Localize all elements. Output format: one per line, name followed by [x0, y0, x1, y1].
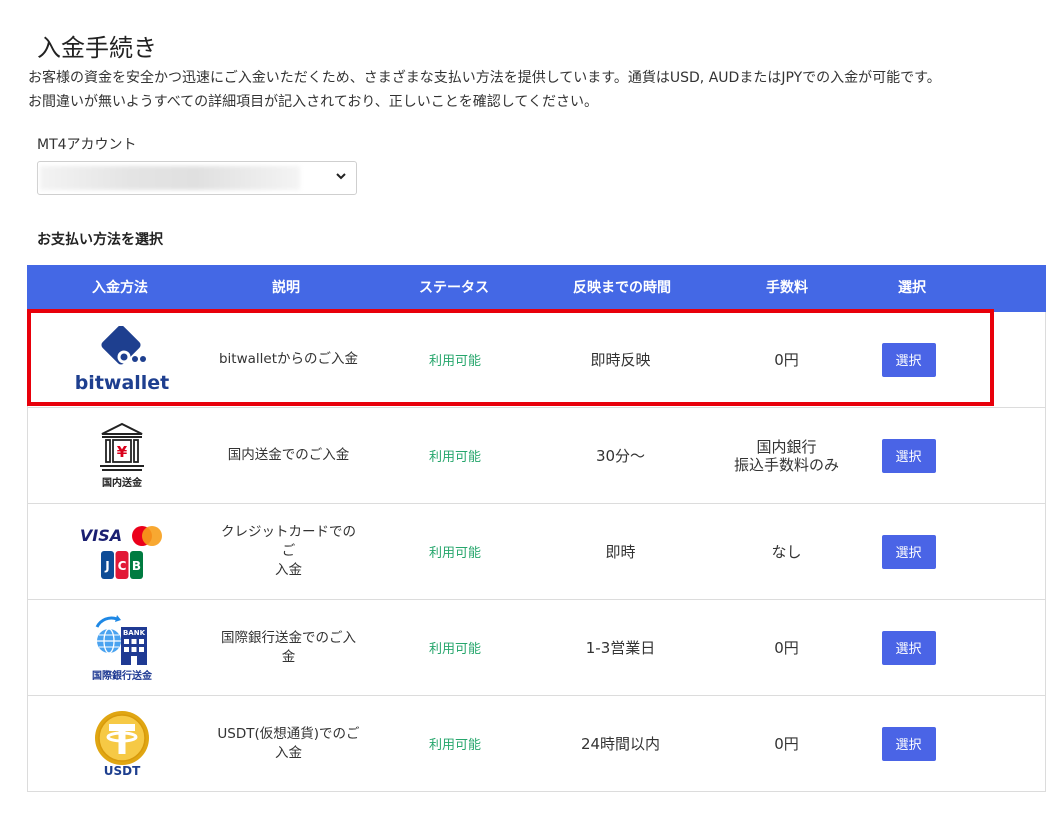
payment-methods-table: 入金方法 説明 ステータス 反映までの時間 手数料 選択 bitwallet b…	[27, 265, 1046, 792]
status-cell: 利用可能	[428, 738, 481, 753]
svg-text:C: C	[118, 559, 127, 573]
page-title: 入金手続き	[37, 34, 157, 63]
column-header-description: 説明	[272, 280, 300, 296]
visa-logo-text: VISA	[79, 526, 123, 545]
fee-cell: 0円	[774, 734, 799, 753]
status-cell: 利用可能	[428, 450, 481, 465]
select-usdt-button[interactable]: 選択	[881, 726, 936, 761]
select-international-transfer-button[interactable]: 選択	[881, 630, 936, 665]
table-row-bitwallet: bitwallet bitwalletからのご入金 利用可能 即時反映 0円 選…	[28, 312, 1045, 408]
description-line-1: クレジットカードでのご	[221, 524, 356, 559]
intro-line-1: お客様の資金を安全かつ迅速にご入金いただくため、さまざまな支払い方法を提供してい…	[28, 70, 941, 86]
column-header-status: ステータス	[419, 280, 489, 296]
column-header-fee: 手数料	[766, 280, 808, 296]
description-cell: USDT(仮想通貨)でのご 入金	[216, 696, 361, 791]
select-cell: 選択	[881, 696, 936, 791]
fee-cell: なし	[771, 542, 802, 561]
table-header: 入金方法 説明 ステータス 反映までの時間 手数料 選択	[27, 265, 1046, 312]
method-cell: ¥ 国内送金	[28, 408, 216, 503]
svg-text:J: J	[104, 559, 109, 573]
time-cell: 30分〜	[595, 447, 646, 465]
description-line-2: 入金	[275, 562, 302, 578]
svg-text:¥: ¥	[117, 443, 128, 461]
column-header-time: 反映までの時間	[573, 280, 671, 296]
column-header-method: 入金方法	[92, 280, 148, 296]
description-line-2: 入金	[274, 744, 302, 761]
time-cell: 即時反映	[590, 351, 651, 369]
fee-cell: 国内銀行 振込手数料のみ	[708, 408, 865, 503]
method-cell: BANK 国際銀行送金	[28, 600, 216, 695]
account-value-redacted	[40, 166, 300, 190]
bitwallet-logo-text: bitwallet	[74, 371, 170, 394]
select-cell: 選択	[881, 312, 936, 407]
intro-line-2: お間違いが無いようすべての詳細項目が記入されており、正しいことを確認してください…	[28, 94, 598, 110]
time-cell: 1-3営業日	[585, 639, 656, 657]
select-cell: 選択	[881, 600, 936, 695]
time-cell: 24時間以内	[580, 735, 661, 753]
table-row-credit-card: VISA J C B クレジットカードでのご 入金 利用可能 即時 なし 選択	[28, 504, 1045, 600]
description-cell: 国際銀行送金でのご入金	[221, 629, 356, 665]
table-row-usdt: USDT USDT(仮想通貨)でのご 入金 利用可能 24時間以内 0円 選択	[28, 696, 1045, 792]
account-label: MT4アカウント	[37, 137, 137, 153]
time-cell: 即時	[605, 543, 636, 561]
method-cell: USDT	[28, 696, 216, 791]
international-transfer-label: 国際銀行送金	[92, 671, 152, 682]
account-select[interactable]	[37, 161, 357, 195]
bank-sign-text: BANK	[123, 629, 146, 637]
status-cell: 利用可能	[428, 642, 481, 657]
table-row-international-transfer: BANK 国際銀行送金 国際銀行送金でのご入金 利用可能 1-3営業日 0円 選…	[28, 600, 1045, 696]
method-cell: bitwallet	[28, 312, 216, 407]
mastercard-icon	[132, 525, 163, 546]
column-header-select: 選択	[898, 280, 926, 296]
method-cell: VISA J C B	[28, 504, 216, 599]
description-cell: 国内送金でのご入金	[227, 447, 350, 463]
jcb-icon: J C B	[101, 550, 143, 579]
select-bitwallet-button[interactable]: 選択	[881, 342, 936, 377]
payment-method-heading: お支払い方法を選択	[37, 232, 163, 248]
select-cell: 選択	[881, 504, 936, 599]
fee-cell: 0円	[774, 350, 799, 369]
description-cell: bitwalletからのご入金	[218, 351, 359, 367]
usdt-label: USDT	[103, 763, 141, 778]
bitwallet-logo-icon	[101, 325, 146, 365]
usdt-coin-icon	[95, 710, 149, 765]
bank-icon: ¥	[100, 422, 144, 471]
select-credit-card-button[interactable]: 選択	[881, 534, 936, 569]
chevron-down-icon	[336, 173, 346, 180]
status-cell: 利用可能	[428, 546, 481, 561]
international-bank-icon: BANK	[95, 615, 147, 665]
svg-text:B: B	[132, 559, 141, 573]
table-row-domestic-transfer: ¥ 国内送金 国内送金でのご入金 利用可能 30分〜 国内銀行 振込手数料のみ …	[28, 408, 1045, 504]
fee-line-1: 国内銀行	[756, 437, 817, 456]
description-cell: クレジットカードでのご 入金	[216, 504, 361, 599]
description-line-1: USDT(仮想通貨)でのご	[217, 725, 360, 742]
fee-cell: 0円	[774, 638, 799, 657]
select-cell: 選択	[881, 408, 936, 503]
domestic-transfer-label: 国内送金	[102, 478, 142, 489]
select-domestic-transfer-button[interactable]: 選択	[881, 438, 936, 473]
fee-line-2: 振込手数料のみ	[733, 455, 839, 474]
intro-text: お客様の資金を安全かつ迅速にご入金いただくため、さまざまな支払い方法を提供してい…	[28, 66, 1048, 114]
status-cell: 利用可能	[428, 354, 481, 369]
